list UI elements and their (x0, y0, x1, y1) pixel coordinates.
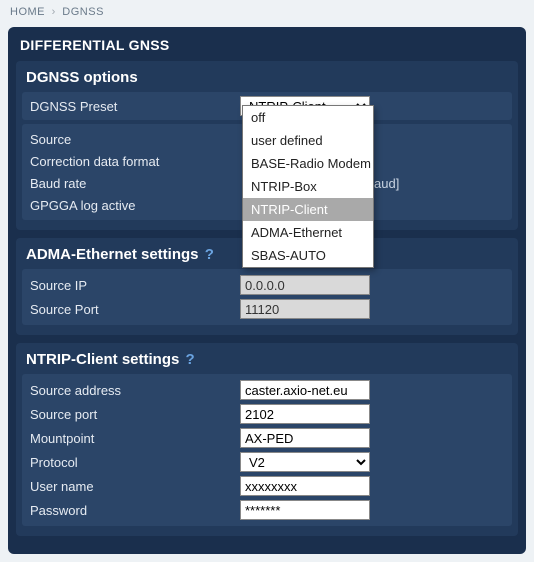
dgnss-panel: DIFFERENTIAL GNSS DGNSS options DGNSS Pr… (8, 27, 526, 554)
ntrip-help-icon[interactable]: ? (186, 351, 195, 368)
breadcrumb-sep-icon: › (52, 6, 56, 18)
ntrip-pass-input[interactable] (240, 500, 370, 520)
source-label: Source (30, 132, 240, 147)
adma-port-label: Source Port (30, 302, 240, 317)
adma-ip-label: Source IP (30, 278, 240, 293)
adma-fields: Source IP Source Port (22, 269, 512, 325)
ntrip-proto-select[interactable]: V2 (240, 452, 370, 472)
breadcrumb-current: DGNSS (62, 6, 104, 18)
ntrip-fields: Source address Source port Mountpoint Pr… (22, 374, 512, 526)
preset-option-ntrip-box[interactable]: NTRIP-Box (243, 175, 373, 198)
ntrip-addr-label: Source address (30, 383, 240, 398)
adma-ip-input (240, 275, 370, 295)
gpgga-label: GPGGA log active (30, 198, 240, 213)
ntrip-mount-label: Mountpoint (30, 431, 240, 446)
ntrip-pass-label: Password (30, 503, 240, 518)
preset-option-user-defined[interactable]: user defined (243, 129, 373, 152)
dgnss-preset-label: DGNSS Preset (30, 99, 240, 114)
ntrip-user-label: User name (30, 479, 240, 494)
correction-format-label: Correction data format (30, 154, 240, 169)
adma-title-text: ADMA-Ethernet settings (26, 246, 199, 263)
baud-rate-unit: aud] (374, 176, 399, 191)
ntrip-port-input[interactable] (240, 404, 370, 424)
ntrip-port-label: Source port (30, 407, 240, 422)
adma-port-input (240, 299, 370, 319)
preset-option-ntrip-client[interactable]: NTRIP-Client (243, 198, 373, 221)
breadcrumb: HOME › DGNSS (0, 0, 534, 24)
ntrip-user-input[interactable] (240, 476, 370, 496)
ntrip-title: NTRIP-Client settings ? (16, 343, 518, 374)
preset-option-base-radio-modem[interactable]: BASE-Radio Modem (243, 152, 373, 175)
breadcrumb-home[interactable]: HOME (10, 6, 45, 18)
ntrip-addr-input[interactable] (240, 380, 370, 400)
preset-option-sbas-auto[interactable]: SBAS-AUTO (243, 244, 373, 267)
dgnss-options-section: DGNSS options DGNSS Preset NTRIP-Client … (16, 61, 518, 230)
dgnss-options-title: DGNSS options (16, 61, 518, 92)
panel-title: DIFFERENTIAL GNSS (8, 27, 526, 61)
dgnss-preset-dropdown[interactable]: off user defined BASE-Radio Modem NTRIP-… (242, 105, 374, 268)
ntrip-proto-label: Protocol (30, 455, 240, 470)
ntrip-mount-input[interactable] (240, 428, 370, 448)
ntrip-client-section: NTRIP-Client settings ? Source address S… (16, 343, 518, 536)
preset-option-adma-ethernet[interactable]: ADMA-Ethernet (243, 221, 373, 244)
baud-rate-label: Baud rate (30, 176, 240, 191)
adma-help-icon[interactable]: ? (205, 246, 214, 263)
ntrip-title-text: NTRIP-Client settings (26, 351, 179, 368)
preset-option-off[interactable]: off (243, 106, 373, 129)
